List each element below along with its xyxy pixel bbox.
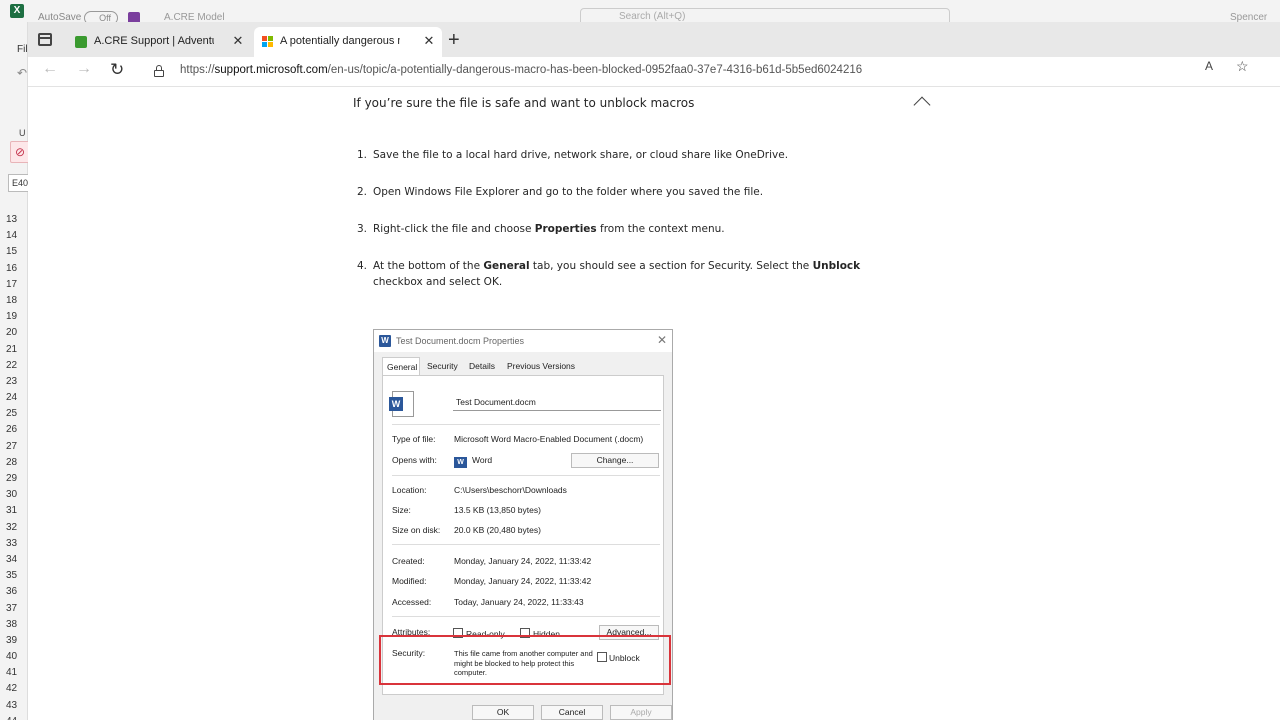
location-label: Location: [392,485,427,495]
row-number[interactable]: 38 [0,617,28,633]
created-label: Created: [392,556,425,566]
excel-file-menu[interactable]: Fil [17,44,28,55]
row-number[interactable]: 34 [0,552,28,568]
dialog-title: Test Document.docm Properties [396,336,525,346]
size-label: Size: [392,505,411,515]
word-app-icon: W [454,457,467,468]
location-value: C:\Users\beschorr\Downloads [454,485,567,495]
address-bar[interactable]: https://support.microsoft.com/en-us/topi… [146,59,1246,84]
row-number[interactable]: 30 [0,487,28,503]
cancel-button: Cancel [541,705,603,720]
excel-logo-icon: X [10,4,24,18]
close-icon: ✕ [656,333,667,347]
lock-icon[interactable] [154,65,164,77]
row-number[interactable]: 15 [0,244,28,260]
opens-label: Opens with: [392,455,437,465]
back-arrow-icon[interactable]: ← [42,60,58,78]
tab-general: General [382,357,420,376]
tab-title: A potentially dangerous macro h [280,35,400,47]
microsoft-logo-icon [262,36,274,48]
url-text[interactable]: https://support.microsoft.com/en-us/topi… [180,64,862,76]
new-tab-button[interactable]: + [448,30,460,50]
row-number[interactable]: 24 [0,390,28,406]
accessed-label: Accessed: [392,597,432,607]
tab-actions-icon[interactable] [38,33,52,46]
row-number[interactable]: 31 [0,503,28,519]
read-aloud-icon[interactable]: A [1205,59,1213,73]
tab-security: Security [427,361,458,371]
row-number[interactable]: 20 [0,325,28,341]
word-file-icon: W [389,391,414,417]
size-value: 13.5 KB (13,850 bytes) [454,505,541,515]
row-number[interactable]: 28 [0,455,28,471]
row-number[interactable]: 41 [0,665,28,681]
row-number[interactable]: 29 [0,471,28,487]
acre-favicon-icon [75,36,87,48]
word-doc-icon: W [379,335,391,347]
undo-icon[interactable]: ↶ [17,66,27,80]
section-heading[interactable]: If you’re sure the file is safe and want… [353,96,694,110]
row-number[interactable]: 17 [0,277,28,293]
cell-reference-box[interactable]: E40 [8,174,30,192]
filename-field: Test Document.docm [453,394,661,411]
row-number[interactable]: 27 [0,439,28,455]
ok-button: OK [472,705,534,720]
row-number[interactable]: 16 [0,261,28,277]
modified-value: Monday, January 24, 2022, 11:33:42 [454,576,592,586]
tab-acre-support[interactable]: A.CRE Support | Adventures in C ✕ [68,27,251,57]
row-number[interactable]: 42 [0,681,28,697]
favorite-star-icon[interactable]: ☆ [1236,58,1249,75]
page-content: If you’re sure the file is safe and want… [28,87,1280,720]
row-number[interactable]: 37 [0,601,28,617]
close-tab-icon[interactable]: ✕ [231,27,245,55]
row-number[interactable]: 25 [0,406,28,422]
size-disk-value: 20.0 KB (20,480 bytes) [454,525,541,535]
type-value: Microsoft Word Macro-Enabled Document (.… [454,434,644,444]
row-number[interactable]: 14 [0,228,28,244]
protected-view-shield-icon: ⊘ [10,141,30,163]
row-number[interactable]: 22 [0,358,28,374]
row-numbers: 13 14 15 16 17 18 19 20 21 22 23 24 25 26 27 28 29 30 31 32… [0,212,28,720]
tab-microsoft-support[interactable]: A potentially dangerous macro h ✕ [254,27,442,57]
tab-title: A.CRE Support | Adventures in C [94,35,214,47]
browser-window: A.CRE Support | Adventures in C ✕ A pote… [28,22,1280,720]
opens-value: Word [472,455,493,465]
forward-arrow-icon[interactable]: → [76,60,92,78]
row-number[interactable]: 35 [0,568,28,584]
mouse-cursor-icon [279,439,299,459]
row-number[interactable]: 19 [0,309,28,325]
row-number[interactable]: 13 [0,212,28,228]
type-label: Type of file: [392,434,436,444]
row-number[interactable]: 32 [0,520,28,536]
reload-icon[interactable]: ↻ [110,60,124,80]
modified-label: Modified: [392,576,427,586]
security-highlight-box [379,635,671,685]
excel-title-bar: X AutoSave Off A.CRE Model Search (Alt+Q… [0,0,1280,34]
excel-u-label: U [19,128,26,138]
tab-previous-versions: Previous Versions [507,361,576,371]
row-number[interactable]: 26 [0,422,28,438]
row-number[interactable]: 18 [0,293,28,309]
row-number[interactable]: 44 [0,714,28,720]
row-number[interactable]: 36 [0,584,28,600]
tab-strip: A.CRE Support | Adventures in C ✕ A pote… [28,22,1280,57]
row-number[interactable]: 39 [0,633,28,649]
row-number[interactable]: 40 [0,649,28,665]
apply-button: Apply [610,705,672,720]
row-number[interactable]: 23 [0,374,28,390]
chevron-up-icon[interactable] [913,96,931,114]
change-button: Change... [571,453,659,468]
size-disk-label: Size on disk: [392,525,441,535]
properties-dialog-image: W Test Document.docm Properties ✕ Genera… [373,329,673,720]
close-tab-icon[interactable]: ✕ [422,27,436,55]
dialog-titlebar: W Test Document.docm Properties ✕ [374,330,672,352]
row-number[interactable]: 33 [0,536,28,552]
tab-details: Details [469,361,495,371]
row-number[interactable]: 43 [0,698,28,714]
created-value: Monday, January 24, 2022, 11:33:42 [454,556,592,566]
row-number[interactable]: 21 [0,342,28,358]
accessed-value: Today, January 24, 2022, 11:33:43 [454,597,584,607]
address-row: ← → ↻ https://support.microsoft.com/en-u… [28,57,1280,87]
